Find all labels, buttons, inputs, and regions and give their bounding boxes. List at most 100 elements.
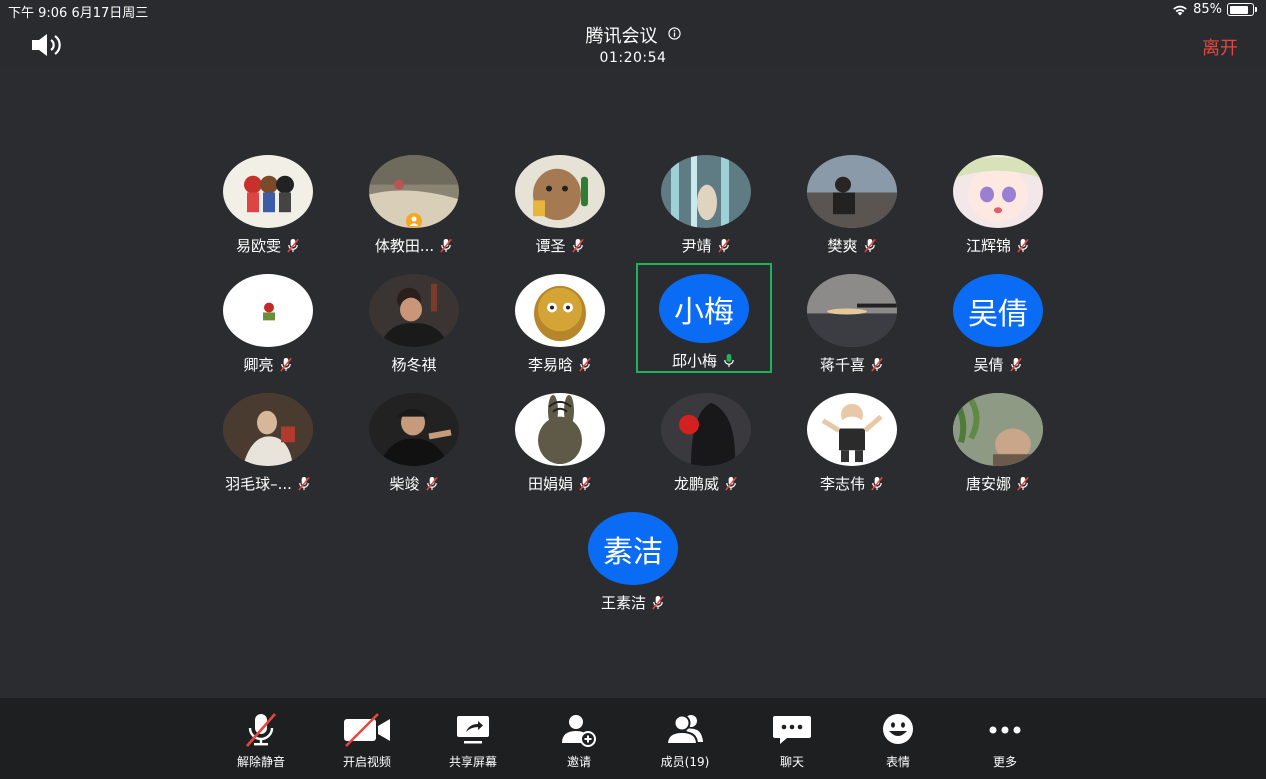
participant-tile[interactable]: 羽毛球–...: [200, 384, 336, 494]
chat-button[interactable]: 聊天: [752, 712, 832, 774]
avatar: [223, 393, 313, 466]
participant-tile[interactable]: 体教田...: [346, 146, 482, 256]
mic-off-icon: [246, 713, 276, 747]
avatar: [369, 274, 459, 347]
share-screen-label: 共享屏幕: [448, 755, 497, 769]
status-time: 下午 9:06 6月17日周三: [8, 6, 149, 21]
participant-tile[interactable]: 蒋千喜: [784, 265, 920, 375]
mic-muted-icon: [297, 476, 311, 491]
members-button[interactable]: 成员(19): [645, 712, 725, 774]
chat-label: 聊天: [779, 755, 804, 769]
participant-label: 易欧雯: [236, 235, 300, 256]
participant-tile[interactable]: 柴竣: [346, 384, 482, 494]
participant-label: 尹靖: [681, 235, 730, 256]
participant-tile[interactable]: 尹靖: [638, 146, 774, 256]
participant-label: 羽毛球–...: [225, 473, 311, 494]
share-screen-button[interactable]: 共享屏幕: [433, 712, 513, 774]
video-off-icon: [344, 713, 390, 747]
mic-muted-icon: [1016, 476, 1030, 491]
meeting-header: 腾讯会议 01:20:54 离开: [0, 20, 1266, 70]
more-button[interactable]: 更多: [965, 712, 1045, 774]
participant-tile[interactable]: 李易晗: [492, 265, 628, 375]
mic-muted-icon: [717, 238, 731, 253]
participant-tile[interactable]: 卿亮: [200, 265, 336, 375]
mic-muted-icon: [439, 238, 453, 253]
avatar: [515, 274, 605, 347]
participant-name: 王素洁: [600, 594, 646, 612]
participant-tile[interactable]: 唐安娜: [930, 384, 1066, 494]
mic-muted-icon: [651, 595, 665, 610]
participant-name: 体教田...: [374, 237, 435, 255]
participant-tile[interactable]: 素洁 王素洁: [565, 503, 701, 613]
avatar: [515, 155, 605, 228]
participant-label: 李志伟: [820, 473, 884, 494]
participant-grid: 易欧雯 体教田... 谭圣 尹靖 樊爽 江辉锦 卿亮 杨冬祺 李易晗 小梅 邱小梅 蒋千喜 吴倩 吴倩 羽毛…: [0, 70, 1266, 698]
participant-tile[interactable]: 杨冬祺: [346, 265, 482, 375]
participant-tile[interactable]: 李志伟: [784, 384, 920, 494]
members-label: 成员(19): [660, 755, 710, 769]
participant-tile[interactable]: 江辉锦: [930, 146, 1066, 256]
share-screen-icon: [457, 716, 489, 744]
participant-tile[interactable]: 田娟娟: [492, 384, 628, 494]
participant-label: 王素洁: [601, 592, 665, 613]
smile-icon: [883, 714, 913, 744]
participant-name: 柴竣: [389, 475, 420, 493]
avatar: [369, 393, 459, 466]
participant-label: 杨冬祺: [391, 354, 436, 375]
participant-label: 谭圣: [535, 235, 584, 256]
avatar: [807, 274, 897, 347]
participant-name: 吴倩: [973, 356, 1004, 374]
participant-name: 樊爽: [827, 237, 858, 255]
avatar: [953, 155, 1043, 228]
members-icon: [665, 714, 703, 745]
avatar: 小梅: [659, 274, 749, 343]
participant-name: 羽毛球–...: [225, 475, 292, 493]
bottom-toolbar: 解除静音 开启视频 共享屏幕 邀请 成员(19) 聊天 表情 更多: [0, 698, 1266, 779]
participant-label: 樊爽: [827, 235, 876, 256]
battery-percent: 85%: [1193, 2, 1222, 17]
host-badge-icon: [406, 213, 422, 228]
participant-tile[interactable]: 龙鹏威: [638, 384, 774, 494]
participant-label: 唐安娜: [966, 473, 1030, 494]
mic-muted-icon: [1009, 357, 1023, 372]
participant-label: 柴竣: [389, 473, 438, 494]
mic-muted-icon: [578, 357, 592, 372]
participant-tile[interactable]: 樊爽: [784, 146, 920, 256]
participant-tile[interactable]: 小梅 邱小梅: [636, 263, 772, 373]
participant-name: 蒋千喜: [819, 356, 865, 374]
start-video-button[interactable]: 开启视频: [327, 712, 407, 774]
avatar: [953, 393, 1043, 466]
mic-muted-icon: [571, 238, 585, 253]
participant-name: 田娟娟: [527, 475, 573, 493]
meeting-title-area: 腾讯会议 01:20:54: [0, 22, 1266, 66]
participant-label: 蒋千喜: [820, 354, 884, 375]
participant-name: 易欧雯: [235, 237, 281, 255]
leave-button[interactable]: 离开: [1202, 34, 1238, 60]
avatar: 吴倩: [953, 274, 1043, 347]
participant-tile[interactable]: 吴倩 吴倩: [930, 265, 1066, 375]
mic-muted-icon: [578, 476, 592, 491]
invite-label: 邀请: [566, 755, 591, 769]
participant-tile[interactable]: 易欧雯: [200, 146, 336, 256]
info-icon[interactable]: [667, 25, 681, 44]
mic-muted-icon: [870, 357, 884, 372]
wifi-icon: [1173, 5, 1187, 15]
avatar: [515, 393, 605, 466]
participant-label: 田娟娟: [528, 473, 592, 494]
unmute-label: 解除静音: [236, 755, 285, 769]
mic-muted-icon: [279, 357, 293, 372]
mic-on-icon: [722, 353, 736, 368]
avatar: [807, 393, 897, 466]
unmute-button[interactable]: 解除静音: [221, 712, 301, 774]
mic-muted-icon: [425, 476, 439, 491]
status-right: 85%: [1172, 2, 1257, 17]
participant-tile[interactable]: 谭圣: [492, 146, 628, 256]
reactions-button[interactable]: 表情: [858, 712, 938, 774]
invite-button[interactable]: 邀请: [539, 712, 619, 774]
mic-muted-icon: [286, 238, 300, 253]
participant-label: 江辉锦: [966, 235, 1030, 256]
mic-muted-icon: [863, 238, 877, 253]
mic-muted-icon: [1016, 238, 1030, 253]
participant-label: 体教田...: [375, 235, 453, 256]
participant-label: 龙鹏威: [674, 473, 738, 494]
